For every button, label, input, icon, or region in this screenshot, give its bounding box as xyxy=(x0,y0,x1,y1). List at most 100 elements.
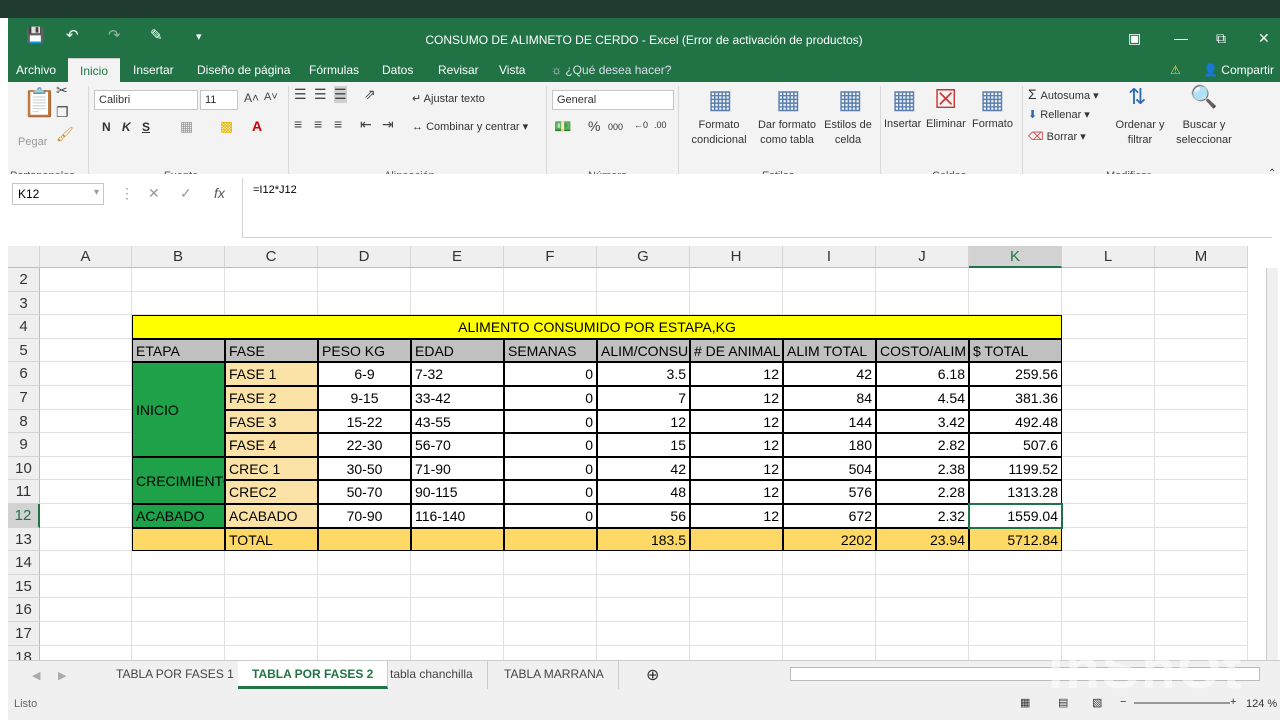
table-row-animales[interactable]: 12 xyxy=(690,504,783,528)
tab-archivo[interactable]: Archivo xyxy=(14,58,58,82)
row-header-16[interactable]: 16 xyxy=(8,598,40,622)
formula-input[interactable]: =I12*J12 xyxy=(242,178,1272,238)
cell[interactable] xyxy=(132,574,225,599)
cell[interactable] xyxy=(1155,433,1248,457)
column-header-a[interactable]: A xyxy=(40,246,132,268)
row-header-4[interactable]: 4 xyxy=(8,315,40,339)
stage-cell[interactable]: INICIO xyxy=(132,362,225,457)
cell[interactable] xyxy=(969,291,1062,316)
column-heading[interactable]: ALIM TOTAL xyxy=(783,338,876,363)
table-row-semanas[interactable]: 0 xyxy=(504,480,597,504)
cell[interactable] xyxy=(40,362,132,386)
table-row-peso[interactable]: 50-70 xyxy=(318,480,411,504)
table-row-costo[interactable]: 6.18 xyxy=(876,362,969,386)
format-painter-icon[interactable]: 🖌 xyxy=(56,126,74,143)
cell[interactable] xyxy=(225,291,318,316)
table-row-edad[interactable]: 90-115 xyxy=(411,480,504,504)
next-sheet-icon[interactable]: ▶ xyxy=(58,669,66,682)
cell[interactable] xyxy=(876,551,969,575)
column-heading[interactable]: ALIM/CONSU xyxy=(597,338,690,363)
cell[interactable] xyxy=(783,574,876,599)
cell[interactable] xyxy=(1155,268,1248,292)
table-row-costo[interactable]: 2.82 xyxy=(876,433,969,457)
table-row-animales[interactable]: 12 xyxy=(690,480,783,504)
table-row-peso[interactable]: 70-90 xyxy=(318,504,411,528)
row-header-6[interactable]: 6 xyxy=(8,362,40,386)
autosum-button[interactable]: Σ Autosuma ▾ xyxy=(1028,86,1099,102)
delete-cells-button[interactable]: Eliminar xyxy=(926,118,966,130)
column-heading[interactable]: EDAD xyxy=(411,338,504,363)
cell[interactable] xyxy=(1155,527,1248,552)
align-center-icon[interactable]: ≡ xyxy=(314,116,322,132)
cell[interactable] xyxy=(132,622,225,646)
cell[interactable] xyxy=(40,386,132,410)
table-row-semanas[interactable]: 0 xyxy=(504,456,597,481)
cell[interactable] xyxy=(132,268,225,292)
format-cells-button[interactable]: Formato xyxy=(972,118,1013,130)
copy-icon[interactable]: ❐ xyxy=(56,104,69,121)
column-header-g[interactable]: G xyxy=(597,246,690,268)
row-header-14[interactable]: 14 xyxy=(8,551,40,575)
cell[interactable] xyxy=(876,622,969,646)
column-header-j[interactable]: J xyxy=(876,246,969,268)
column-heading[interactable]: SEMANAS xyxy=(504,338,597,363)
stage-cell[interactable]: CRECIMIENTO xyxy=(132,456,225,504)
table-row-edad[interactable]: 116-140 xyxy=(411,504,504,528)
cell[interactable] xyxy=(225,551,318,575)
cell[interactable] xyxy=(1062,315,1155,339)
select-all-corner[interactable] xyxy=(8,246,40,268)
table-row-animales[interactable]: 12 xyxy=(690,362,783,386)
decrease-indent-icon[interactable]: ⇤ xyxy=(360,116,372,133)
totals-alim[interactable]: 183.5 xyxy=(597,527,690,552)
table-row-pesos[interactable]: 507.6 xyxy=(969,433,1062,457)
prev-sheet-icon[interactable]: ◀ xyxy=(32,669,40,682)
row-header-13[interactable]: 13 xyxy=(8,527,40,552)
borders-icon[interactable]: ▦ xyxy=(180,118,193,135)
cell[interactable] xyxy=(40,551,132,575)
thousands-icon[interactable]: 000 xyxy=(608,122,623,132)
sort-filter-button[interactable]: Ordenar y filtrar xyxy=(1112,118,1168,148)
grow-font-icon[interactable]: A˄ xyxy=(244,91,259,105)
cell[interactable] xyxy=(969,598,1062,622)
cell[interactable] xyxy=(40,480,132,504)
conditional-format-button[interactable]: Formato condicional xyxy=(684,118,754,148)
cell[interactable] xyxy=(132,598,225,622)
table-row-alim[interactable]: 3.5 xyxy=(597,362,690,386)
tab-datos[interactable]: Datos xyxy=(380,58,415,82)
tab-vista[interactable]: Vista xyxy=(497,58,527,82)
align-top-icon[interactable]: ☰ xyxy=(294,86,307,103)
table-row-alim[interactable]: 42 xyxy=(597,456,690,481)
table-row-semanas[interactable]: 0 xyxy=(504,409,597,434)
cell[interactable] xyxy=(1155,362,1248,386)
table-row-fase[interactable]: FASE 4 xyxy=(225,433,318,457)
table-row-animales[interactable]: 12 xyxy=(690,386,783,410)
table-row-animales[interactable]: 12 xyxy=(690,456,783,481)
cell[interactable] xyxy=(132,291,225,316)
align-right-icon[interactable]: ≡ xyxy=(334,116,342,132)
cell[interactable] xyxy=(40,338,132,363)
table-row-pesos[interactable]: 1199.52 xyxy=(969,456,1062,481)
column-heading[interactable]: COSTO/ALIM xyxy=(876,338,969,363)
format-cells-icon[interactable]: ▦ xyxy=(980,84,1005,115)
sort-filter-icon[interactable]: ⇅ xyxy=(1128,84,1146,110)
cell[interactable] xyxy=(783,268,876,292)
cell[interactable] xyxy=(1155,291,1248,316)
cell[interactable] xyxy=(411,291,504,316)
column-header-h[interactable]: H xyxy=(690,246,783,268)
cell[interactable] xyxy=(1062,598,1155,622)
insert-function-icon[interactable]: fx xyxy=(214,185,225,201)
totals-cell[interactable] xyxy=(411,527,504,552)
cell[interactable] xyxy=(1062,480,1155,504)
table-row-pesos[interactable]: 259.56 xyxy=(969,362,1062,386)
cell[interactable] xyxy=(504,622,597,646)
cell[interactable] xyxy=(1062,527,1155,552)
column-header-b[interactable]: B xyxy=(132,246,225,268)
row-header-8[interactable]: 8 xyxy=(8,409,40,434)
share-button[interactable]: 👤 Compartir xyxy=(1203,58,1274,82)
insert-cells-icon[interactable]: ▦ xyxy=(892,84,917,115)
cell[interactable] xyxy=(40,574,132,599)
table-row-total[interactable]: 42 xyxy=(783,362,876,386)
sheet-tab-2[interactable]: TABLA POR FASES 2 xyxy=(238,661,389,689)
totals-pesos[interactable]: 5712.84 xyxy=(969,527,1062,552)
column-header-k[interactable]: K xyxy=(969,246,1062,268)
